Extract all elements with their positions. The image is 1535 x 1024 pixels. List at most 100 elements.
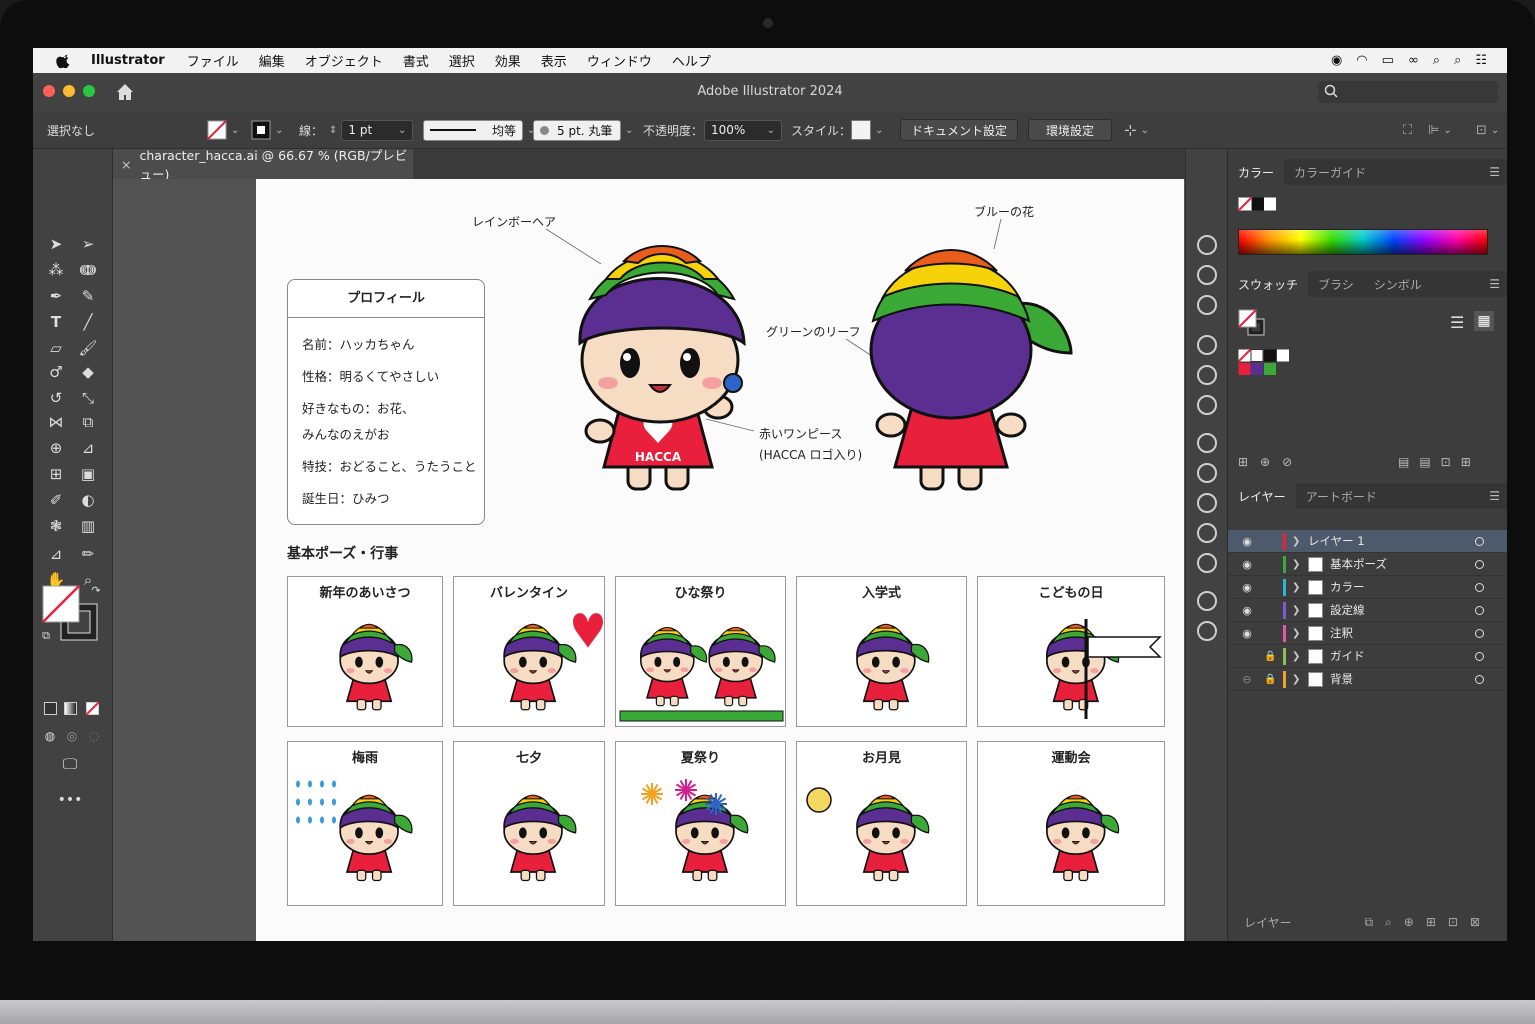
target-icon[interactable] [1475, 536, 1484, 546]
libraries-panel-icon[interactable] [1197, 265, 1217, 285]
mesh-tool-icon[interactable]: ⊞ [45, 463, 67, 485]
swatch-grid[interactable] [1238, 349, 1298, 379]
layer-row[interactable]: ◉ ❯ レイヤー 1 [1228, 530, 1507, 553]
stroke-swatch[interactable]: ⌄ [251, 111, 283, 149]
menu-select[interactable]: 選択 [449, 51, 475, 70]
arrange-icon[interactable]: ⊫ ⌄ [1428, 111, 1452, 149]
swatch-toolbar-icon[interactable]: ⊞⊕⊘ [1238, 455, 1304, 469]
layer-row[interactable]: ⊖ 🔒 ❯ 背景 [1228, 668, 1507, 691]
eye-icon[interactable]: ◉ [1240, 627, 1254, 640]
panel-menu-icon[interactable]: ☰ [1489, 277, 1500, 291]
pathfinder-panel-icon[interactable] [1197, 493, 1217, 513]
shaper-tool-icon[interactable]: ♂ [45, 361, 67, 383]
lock-icon[interactable]: 🔒 [1264, 651, 1276, 662]
transparency-panel-icon[interactable] [1197, 433, 1217, 453]
target-icon[interactable] [1475, 651, 1484, 661]
artboard[interactable]: レインボーヘア ブルーの花 グリーンのリーフ 赤いワンピース (HACCA ロゴ… [256, 179, 1184, 941]
shape-builder-tool-icon[interactable]: ⊕ [45, 437, 67, 459]
card-entrance-ceremony[interactable]: 入学式 [796, 576, 967, 727]
search-icon[interactable]: ⌕ [1454, 53, 1461, 68]
layer-row[interactable]: ◉ ❯ カラー [1228, 576, 1507, 599]
card-sports-day[interactable]: 運動会 [977, 741, 1165, 906]
screen-mode-icon[interactable]: 🖵 [59, 753, 81, 775]
stroke-stepper-icon[interactable]: ⇕ [329, 125, 337, 136]
scale-tool-icon[interactable]: ⤡ [77, 387, 99, 409]
menu-window[interactable]: ウィンドウ [587, 51, 652, 70]
tab-color[interactable]: カラー [1228, 159, 1285, 185]
line-tool-icon[interactable]: ╱ [77, 311, 99, 333]
gradient-mode-icon[interactable] [59, 697, 81, 719]
document-setup-button[interactable]: ドキュメント設定 [900, 119, 1018, 141]
list-view-icon[interactable]: ☰ [1450, 313, 1464, 332]
control-center-icon[interactable]: ☷ [1475, 53, 1487, 68]
close-tab-icon[interactable]: × [121, 157, 131, 172]
battery-icon[interactable]: ▭ [1382, 53, 1394, 68]
tab-layers[interactable]: レイヤー [1228, 483, 1296, 509]
tab-artboards[interactable]: アートボード [1296, 483, 1387, 509]
target-icon[interactable] [1475, 605, 1484, 615]
target-icon[interactable] [1475, 674, 1484, 684]
menu-app-name[interactable]: Illustrator [91, 53, 165, 68]
chevron-right-icon[interactable]: ❯ [1292, 582, 1300, 593]
menu-help[interactable]: ヘルプ [672, 51, 711, 70]
transform-panel-icon[interactable] [1197, 523, 1217, 543]
wifi-icon[interactable]: ◠ [1356, 53, 1367, 68]
color-mode-swatches[interactable] [1238, 197, 1278, 213]
default-fill-stroke-icon[interactable]: ⧉ [35, 625, 57, 647]
brush-definition[interactable]: 5 pt. 丸筆 [533, 119, 621, 141]
grid-view-icon[interactable]: ▦ [1474, 311, 1494, 331]
chevron-right-icon[interactable]: ❯ [1292, 605, 1300, 616]
align-panel-icon[interactable] [1197, 463, 1217, 483]
pen-tool-icon[interactable]: ✒ [45, 285, 67, 307]
eye-icon[interactable]: ◉ [1240, 604, 1254, 617]
target-icon[interactable] [1475, 628, 1484, 638]
menu-file[interactable]: ファイル [187, 51, 239, 70]
swap-fill-stroke-icon[interactable]: ↷ [85, 579, 107, 601]
draw-behind-icon[interactable]: ◎ [61, 725, 83, 747]
apple-icon[interactable] [55, 52, 73, 70]
spotlight-icon[interactable]: ⌕ [1433, 53, 1440, 68]
paragraph-panel-icon[interactable] [1197, 591, 1217, 611]
lasso-tool-icon[interactable]: ↈ [77, 259, 99, 281]
card-childrens-day[interactable]: こどもの日 [977, 576, 1165, 727]
menu-effect[interactable]: 効果 [495, 51, 521, 70]
column-graph-tool-icon[interactable]: ▥ [77, 515, 99, 537]
chevron-down-icon[interactable]: ⌄ [625, 125, 633, 136]
creative-cloud-icon[interactable]: ∞ [1408, 53, 1419, 68]
layer-row[interactable]: ◉ ❯ 注釈 [1228, 622, 1507, 645]
symbols-panel-icon[interactable] [1197, 621, 1217, 641]
opacity-field[interactable]: 100% ⌄ [704, 119, 782, 141]
menu-edit[interactable]: 編集 [259, 51, 285, 70]
tab-swatches[interactable]: スウォッチ [1228, 271, 1309, 297]
panel-menu-icon[interactable]: ☰ [1489, 165, 1500, 179]
status-icon[interactable]: ◉ [1331, 53, 1342, 68]
eye-icon[interactable]: ◉ [1240, 581, 1254, 594]
artboard-tool-icon[interactable]: ⊿ [45, 543, 67, 565]
eye-icon[interactable]: ◉ [1240, 558, 1254, 571]
draw-inside-icon[interactable]: ◌ [83, 725, 105, 747]
character-panel-icon[interactable] [1197, 553, 1217, 573]
magic-wand-tool-icon[interactable]: ⁂ [45, 259, 67, 281]
card-new-year[interactable]: 新年のあいさつ [287, 576, 443, 727]
shape-tool-icon[interactable]: ▱ [45, 337, 67, 359]
variable-width-profile[interactable]: 均等 [423, 119, 523, 141]
selection-tool-icon[interactable]: ➤ [45, 233, 67, 255]
free-transform-tool-icon[interactable]: ⧉ [77, 411, 99, 433]
color-mode-icon[interactable] [39, 697, 61, 719]
eraser-tool-icon[interactable]: ◆ [77, 361, 99, 383]
tab-brushes[interactable]: ブラシ [1308, 271, 1364, 297]
chevron-right-icon[interactable]: ❯ [1292, 559, 1300, 570]
properties-panel-icon[interactable] [1197, 235, 1217, 255]
slice-tool-icon[interactable]: ✏ [77, 543, 99, 565]
chevron-right-icon[interactable]: ❯ [1292, 674, 1300, 685]
chevron-right-icon[interactable]: ❯ [1292, 628, 1300, 639]
chevron-down-icon[interactable]: ⌄ [875, 125, 883, 136]
menu-type[interactable]: 書式 [403, 51, 429, 70]
card-moon-viewing[interactable]: お月見 [796, 741, 967, 906]
menu-object[interactable]: オブジェクト [305, 51, 383, 70]
document-tab[interactable]: × character_hacca.ai @ 66.67 % (RGB/プレビュ… [113, 148, 413, 182]
graphic-styles-panel-icon[interactable] [1197, 335, 1217, 355]
target-icon[interactable] [1475, 582, 1484, 592]
none-mode-icon[interactable] [81, 697, 103, 719]
layers-footer-icons[interactable]: ⧉⌕⊕⊞⊡⊠ [1364, 915, 1492, 930]
